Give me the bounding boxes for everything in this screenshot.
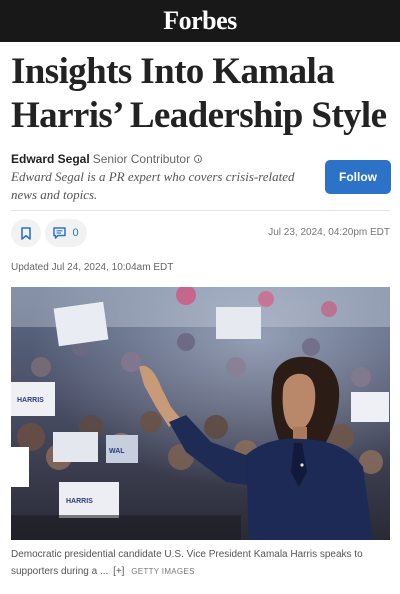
updated-date: Updated Jul 24, 2024, 10:04am EDT xyxy=(11,262,174,273)
image-credit: GETTY IMAGES xyxy=(131,567,195,576)
divider xyxy=(11,210,390,211)
article-headline: Insights Into Kamala Harris’ Leadership … xyxy=(11,51,387,136)
forbes-logo[interactable]: Forbes xyxy=(163,6,237,36)
bookmark-icon xyxy=(21,226,31,240)
image-caption: Democratic presidential candidate U.S. V… xyxy=(11,546,393,580)
svg-text:HARRIS: HARRIS xyxy=(66,498,93,505)
photo-kamala-harris-rally: HARRIS HARRIS WAL xyxy=(11,287,390,540)
byline: Edward Segal Senior Contributor xyxy=(11,152,203,166)
comment-icon xyxy=(53,227,67,239)
top-bar: Forbes xyxy=(0,0,400,42)
comment-count: 0 xyxy=(72,227,79,239)
published-date: Jul 23, 2024, 04:20pm EDT xyxy=(268,227,390,238)
caption-expand-link[interactable]: [+] xyxy=(113,566,124,577)
info-icon[interactable] xyxy=(194,155,203,163)
bookmark-button[interactable] xyxy=(11,219,41,247)
svg-text:WAL: WAL xyxy=(109,448,125,455)
article-photo[interactable]: HARRIS HARRIS WAL xyxy=(11,287,390,540)
follow-button[interactable]: Follow xyxy=(325,160,391,194)
comments-button[interactable]: 0 xyxy=(45,219,87,247)
svg-text:HARRIS: HARRIS xyxy=(17,397,44,404)
author-role: Senior Contributor xyxy=(92,152,191,166)
author-name[interactable]: Edward Segal xyxy=(11,152,90,166)
author-bio: Edward Segal is a PR expert who covers c… xyxy=(11,169,295,202)
